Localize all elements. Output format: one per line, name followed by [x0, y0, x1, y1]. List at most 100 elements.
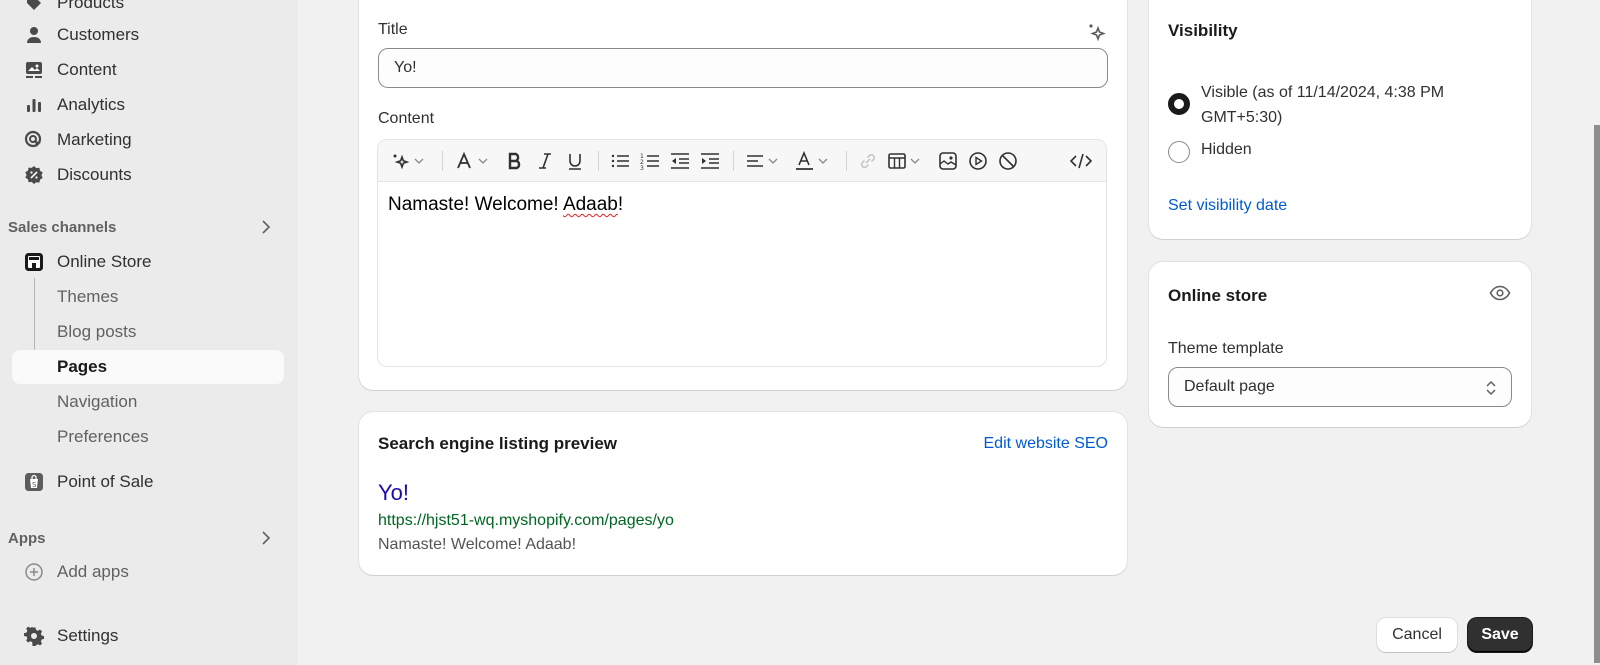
- visible-label-line2: GMT+5:30): [1201, 109, 1283, 126]
- sidebar-item-preferences[interactable]: Preferences: [12, 420, 284, 454]
- select-chevron-icon: [1485, 379, 1497, 402]
- online-store-heading: Online store: [1168, 286, 1268, 305]
- toolbar-divider: [846, 151, 847, 171]
- bar-chart-icon: [23, 94, 45, 116]
- page-editor-card: Title Yo! Content 1 2 3 Namaste! Welcome…: [359, 0, 1127, 390]
- sidebar-item-label: Settings: [57, 626, 119, 645]
- align-icon[interactable]: [744, 149, 784, 173]
- sales-channels-heading[interactable]: Sales channels: [8, 214, 284, 240]
- clear-format-icon[interactable]: [996, 149, 1020, 173]
- toolbar-divider: [442, 151, 443, 171]
- sidebar-item-label: Blog posts: [57, 322, 137, 341]
- sidebar-item-label: Discounts: [57, 165, 132, 184]
- sidebar-item-label: Customers: [57, 25, 140, 44]
- bulleted-list-icon[interactable]: [608, 149, 632, 173]
- sidebar-item-label: Products: [57, 0, 125, 12]
- content-text: !: [617, 194, 624, 215]
- sidebar-item-settings[interactable]: Settings: [12, 619, 284, 653]
- code-icon[interactable]: [1068, 149, 1094, 173]
- underline-icon[interactable]: [564, 149, 586, 173]
- title-label: Title: [378, 21, 408, 38]
- section-heading-label: Sales channels: [8, 218, 117, 236]
- indent-icon[interactable]: [698, 149, 722, 173]
- gear-icon: [23, 625, 45, 647]
- seo-preview-card: Search engine listing preview Edit websi…: [359, 412, 1127, 575]
- content-icon: [23, 59, 45, 81]
- sidebar-item-themes[interactable]: Themes: [12, 280, 284, 314]
- sidebar-item-marketing[interactable]: Marketing: [12, 123, 284, 157]
- cancel-button[interactable]: Cancel: [1377, 618, 1457, 652]
- outdent-icon[interactable]: [668, 149, 692, 173]
- person-icon: [23, 24, 45, 46]
- seo-preview-title: Yo!: [378, 480, 410, 505]
- magic-icon[interactable]: [390, 149, 430, 173]
- sidebar-item-label: Themes: [57, 287, 119, 306]
- point-of-sale-icon: S: [23, 471, 45, 493]
- numbered-list-icon[interactable]: 123: [638, 149, 662, 173]
- sidebar-item-label: Content: [57, 60, 117, 79]
- chevron-right-icon: [256, 528, 276, 548]
- scrollbar[interactable]: [1592, 0, 1600, 665]
- editor-content[interactable]: Namaste! Welcome! Adaab!: [378, 182, 1106, 228]
- sidebar-item-label: Navigation: [57, 392, 138, 411]
- visible-label-line1: Visible (as of 11/14/2024, 4:38 PM: [1201, 84, 1445, 101]
- edit-website-seo-link[interactable]: Edit website SEO: [984, 435, 1109, 453]
- apps-heading[interactable]: Apps: [8, 525, 284, 551]
- title-input[interactable]: Yo!: [378, 48, 1108, 88]
- plus-circle-icon: [23, 561, 45, 583]
- italic-icon[interactable]: [534, 149, 556, 173]
- rich-text-editor: 123 Namaste! Welcome! Adaab!: [377, 139, 1107, 367]
- svg-text:S: S: [32, 481, 37, 489]
- link-icon[interactable]: [856, 149, 880, 173]
- store-icon: [23, 251, 45, 273]
- visible-radio[interactable]: [1168, 93, 1190, 115]
- sidebar-item-add-apps[interactable]: Add apps: [12, 555, 284, 589]
- section-heading-label: Apps: [8, 529, 46, 547]
- hidden-radio-label[interactable]: Hidden: [1201, 141, 1252, 159]
- ai-sparkle-icon[interactable]: [1086, 22, 1106, 47]
- toolbar-divider: [733, 151, 734, 171]
- eye-icon[interactable]: [1489, 284, 1511, 307]
- visibility-card: Visibility Visible (as of 11/14/2024, 4:…: [1149, 0, 1531, 239]
- theme-template-select[interactable]: Default page: [1168, 367, 1512, 407]
- scrollbar-thumb[interactable]: [1594, 125, 1600, 663]
- sidebar-item-label: Analytics: [57, 95, 126, 114]
- svg-text:3: 3: [640, 165, 644, 171]
- seo-heading: Search engine listing preview: [378, 434, 618, 453]
- image-icon[interactable]: [936, 149, 960, 173]
- sidebar-item-point-of-sale[interactable]: S Point of Sale: [12, 465, 284, 499]
- seo-preview-url: https://hjst51-wq.myshopify.com/pages/yo: [378, 512, 674, 529]
- sidebar-item-online-store[interactable]: Online Store: [12, 245, 284, 279]
- toolbar-divider: [598, 151, 599, 171]
- hidden-radio[interactable]: [1168, 141, 1190, 163]
- table-icon[interactable]: [886, 149, 926, 173]
- sidebar-item-label: Point of Sale: [57, 472, 154, 491]
- sidebar-item-label: Marketing: [57, 130, 132, 149]
- sidebar-item-blog-posts[interactable]: Blog posts: [12, 315, 284, 349]
- sidebar-item-navigation[interactable]: Navigation: [12, 385, 284, 419]
- sidebar-item-label: Preferences: [57, 427, 149, 446]
- bold-icon[interactable]: [504, 149, 526, 173]
- video-icon[interactable]: [966, 149, 990, 173]
- misspelled-word: Adaab: [562, 194, 618, 215]
- text-color-icon[interactable]: [794, 149, 834, 173]
- target-icon: [23, 129, 45, 151]
- discount-icon: [23, 164, 45, 186]
- theme-template-label: Theme template: [1168, 340, 1284, 357]
- set-visibility-date-link[interactable]: Set visibility date: [1168, 197, 1287, 215]
- content-text: Namaste! Welcome!: [388, 194, 563, 215]
- seo-preview-description: Namaste! Welcome! Adaab!: [378, 536, 577, 553]
- sidebar-item-products[interactable]: Products: [12, 0, 284, 20]
- sidebar-item-pages[interactable]: Pages: [12, 350, 284, 384]
- sidebar-item-content[interactable]: Content: [12, 53, 284, 87]
- save-button[interactable]: Save: [1468, 618, 1532, 652]
- theme-template-value: Default page: [1184, 378, 1275, 395]
- sidebar-item-label: Add apps: [57, 562, 129, 581]
- sidebar-item-discounts[interactable]: Discounts: [12, 158, 284, 192]
- visible-radio-label[interactable]: Visible (as of 11/14/2024, 4:38 PM GMT+5…: [1201, 80, 1444, 130]
- chevron-right-icon: [256, 217, 276, 237]
- sidebar-item-analytics[interactable]: Analytics: [12, 88, 284, 122]
- editor-toolbar: 123: [378, 140, 1106, 182]
- sidebar-item-customers[interactable]: Customers: [12, 18, 284, 52]
- text-style-icon[interactable]: [454, 149, 494, 173]
